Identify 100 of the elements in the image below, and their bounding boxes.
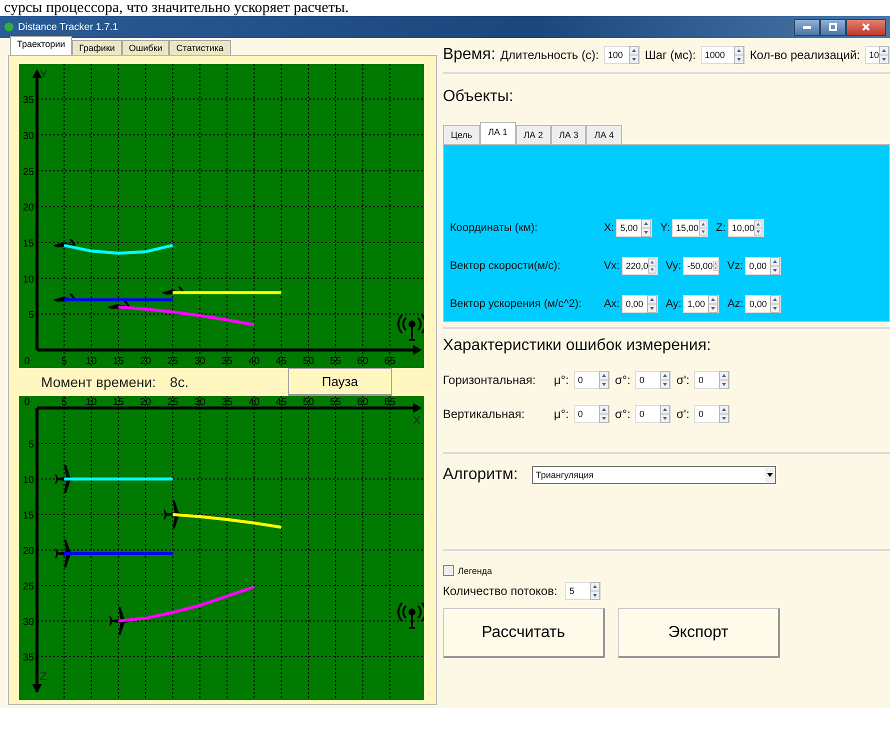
spinner-icon[interactable] (698, 219, 708, 237)
field-label: Длительность (с): (500, 48, 599, 62)
field-label: σ°: (614, 407, 630, 421)
field-label: Алгоритм: (442, 466, 518, 484)
close-icon (862, 23, 870, 31)
spinner-icon[interactable] (719, 371, 730, 389)
spinner-icon[interactable] (628, 46, 639, 64)
axis-tick-label: 30 (194, 356, 206, 367)
tab[interactable]: Статистика (169, 40, 231, 55)
axis-tick-label: 10 (22, 475, 34, 486)
spinner-icon[interactable] (879, 46, 889, 64)
axis-tick-label: 45 (276, 397, 287, 408)
field-label: Vy: (666, 260, 682, 272)
spinner-icon[interactable] (598, 405, 609, 423)
spinner-icon[interactable] (660, 371, 670, 389)
number-field[interactable]: 0 (574, 371, 610, 389)
axis-tick-label: 0 (24, 397, 30, 408)
field-label: Vx: (604, 260, 620, 272)
window-title: Distance Tracker 1.7.1 (18, 22, 120, 32)
close-button[interactable] (846, 18, 886, 36)
field-label: Кол-во реализаций: (750, 48, 860, 62)
number-field[interactable]: 5 (565, 582, 602, 600)
axis-tick-label: 20 (22, 546, 34, 557)
legend-checkbox[interactable] (442, 565, 454, 576)
number-field[interactable]: 0 (694, 371, 730, 389)
axis-tick-label: 5 (28, 310, 34, 322)
field-label: σ': (676, 407, 690, 421)
axis-tick-label: 40 (248, 356, 260, 367)
field-label: σ': (676, 373, 690, 387)
number-field[interactable]: 15,00 (672, 219, 708, 237)
app-icon (4, 22, 14, 32)
number-field[interactable]: 0 (694, 405, 730, 423)
axis-tick-label: 35 (22, 95, 34, 106)
tab[interactable]: ЛА 2 (516, 125, 551, 144)
spinner-icon[interactable] (719, 405, 730, 423)
spinner-icon[interactable] (648, 257, 657, 275)
number-field[interactable]: 5,00 (616, 219, 652, 237)
field-label: Горизонтальная: (442, 373, 537, 387)
number-field[interactable]: 0 (574, 405, 610, 423)
spinner-icon[interactable] (708, 295, 718, 313)
number-field[interactable]: 100 (604, 46, 640, 64)
axis-tick-label: 15 (112, 397, 124, 408)
number-field[interactable]: 0,00 (745, 295, 782, 313)
tab[interactable]: Цель (442, 125, 480, 144)
axis-tick-label: 20 (22, 202, 34, 214)
field-label: μ°: (554, 373, 569, 387)
axis-tick-label: 15 (22, 510, 34, 522)
section-heading: Характеристики ошибок измерения: (442, 337, 712, 355)
field-label: Z: (716, 222, 726, 234)
spinner-icon[interactable] (754, 219, 763, 237)
maximize-icon (829, 23, 837, 31)
axis-tick-label: 65 (384, 356, 396, 367)
tab[interactable]: Траектории (10, 36, 72, 55)
number-field[interactable]: -50,00 (683, 257, 720, 275)
axis-tick-label: 20 (140, 397, 152, 408)
number-field[interactable]: 0 (635, 405, 672, 423)
number-field[interactable]: 0,00 (622, 295, 658, 313)
spinner-icon[interactable] (641, 219, 652, 237)
minimize-button[interactable] (794, 18, 820, 36)
axis-tick-label: 60 (357, 397, 368, 408)
field-label: σ°: (614, 373, 630, 387)
field-label: Ax: (604, 298, 620, 310)
spinner-icon[interactable] (646, 295, 657, 313)
number-field[interactable]: 220,0 (622, 257, 658, 275)
axis-tick-label: 25 (22, 166, 34, 178)
axis-tick-label: 10 (86, 397, 97, 408)
field-label: μ°: (554, 407, 569, 421)
tab[interactable]: Ошибки (122, 40, 170, 55)
number-field[interactable]: 0 (635, 371, 672, 389)
field-label: Шаг (мс): (644, 48, 696, 62)
action-button[interactable]: Рассчитать (442, 608, 605, 658)
spinner-icon[interactable] (770, 257, 780, 275)
axis-tick-label: 25 (167, 397, 178, 408)
action-button[interactable]: Экспорт (618, 608, 780, 658)
spinner-icon[interactable] (734, 46, 744, 64)
spinner-icon[interactable] (770, 295, 780, 313)
tab[interactable]: Графики (72, 40, 122, 55)
number-field[interactable]: 1000 (700, 46, 745, 64)
tab[interactable]: ЛА 3 (550, 125, 586, 144)
axis-tick-label: 15 (112, 356, 124, 367)
axis-tick-label: 10 (22, 274, 34, 286)
tab[interactable]: ЛА 4 (586, 125, 622, 144)
spinner-icon[interactable] (660, 405, 670, 423)
maximize-button[interactable] (820, 18, 846, 36)
field-label: Количество потоков: (442, 584, 558, 598)
axis-tick-label: 10 (86, 356, 97, 367)
tab[interactable]: ЛА 1 (480, 122, 516, 144)
number-field[interactable]: 1,00 (683, 295, 720, 313)
axis-tick-label: 0 (24, 356, 30, 367)
algorithm-dropdown[interactable]: Триангуляция (532, 466, 776, 484)
number-field[interactable]: 10,00 (728, 219, 764, 237)
field-label: Координаты (км): (450, 222, 539, 234)
number-field[interactable]: 10 (864, 46, 890, 64)
spinner-icon[interactable] (590, 582, 600, 600)
axis-tick-label: 40 (248, 397, 260, 408)
pause-button[interactable]: Пауза (288, 368, 392, 396)
spinner-icon[interactable] (598, 371, 609, 389)
number-field[interactable]: 0,00 (745, 257, 782, 275)
axis-tick-label: 5 (28, 440, 34, 450)
field-label: Вертикальная: (442, 407, 526, 421)
